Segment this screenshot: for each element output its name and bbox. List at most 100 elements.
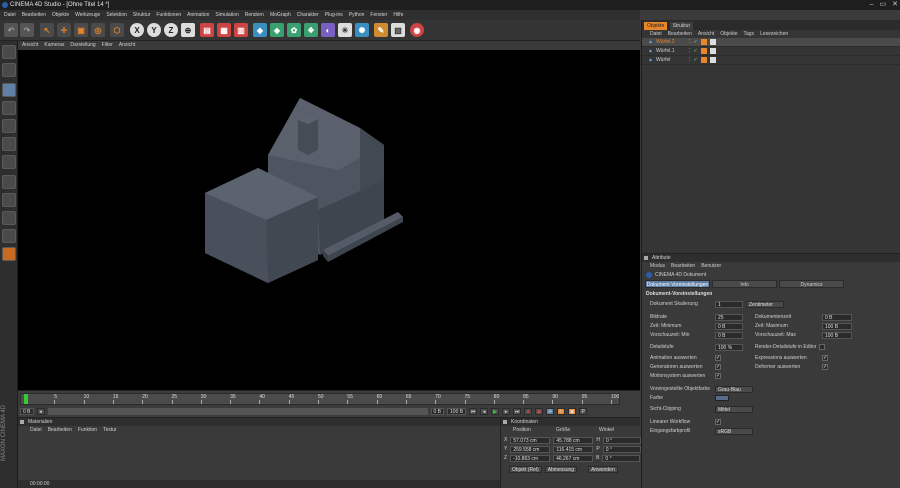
timeline-scroll-left-icon[interactable]: ◂ (36, 408, 45, 415)
close-button[interactable]: ✕ (892, 1, 898, 9)
go-to-end-icon[interactable]: ⏭ (513, 408, 522, 415)
scale-icon[interactable]: ▣ (74, 23, 88, 37)
3d-viewport[interactable] (18, 50, 640, 390)
visibility-dots-icon[interactable]: ⁚ (689, 56, 691, 65)
play-icon[interactable]: ▶ (491, 408, 500, 415)
viewport-menu-filter[interactable]: Filter (102, 41, 113, 50)
deformer-icon[interactable]: ❖ (304, 23, 318, 37)
polygons-mode-icon[interactable] (2, 155, 16, 169)
next-key-icon[interactable]: ▸ (502, 408, 511, 415)
materials-menu-textur[interactable]: Textur (103, 426, 117, 434)
nurbs-icon[interactable]: ◈ (270, 23, 284, 37)
texture-mode-icon[interactable] (2, 63, 16, 77)
key-position-icon[interactable]: ✛ (546, 408, 555, 415)
color-swatch[interactable] (715, 395, 729, 401)
render-region-icon[interactable]: ▧ (391, 23, 405, 37)
light-icon[interactable]: ✎ (374, 23, 388, 37)
render-settings-icon[interactable]: ▥ (234, 23, 248, 37)
obj-menu-tags[interactable]: Tags (744, 30, 755, 38)
tab-dynamics[interactable]: Dynamics (779, 280, 844, 288)
menu-struktur[interactable]: Struktur (133, 10, 151, 20)
record-icon[interactable]: ◉ (410, 23, 424, 37)
make-editable-icon[interactable] (2, 45, 16, 59)
menu-selektion[interactable]: Selektion (106, 10, 127, 20)
expressions-checkbox[interactable]: ✓ (822, 355, 828, 361)
scene-icon[interactable]: ◐ (321, 23, 335, 37)
materials-menu-datei[interactable]: Datei (30, 426, 42, 434)
obj-menu-objekte[interactable]: Objekte (720, 30, 737, 38)
object-name[interactable]: Würfel.2 (656, 38, 686, 47)
camera-icon[interactable]: ✺ (355, 23, 369, 37)
menu-datei[interactable]: Datei (4, 10, 16, 20)
x-axis-icon[interactable]: X (130, 23, 144, 37)
render-view-icon[interactable]: ▤ (200, 23, 214, 37)
current-frame-field[interactable]: 0 B (20, 408, 34, 415)
obj-menu-ansicht[interactable]: Ansicht (698, 30, 714, 38)
prev-key-icon[interactable]: ◂ (480, 408, 489, 415)
max-time-field[interactable]: 100 B (822, 322, 852, 330)
enabled-check-icon[interactable]: ✓ (694, 38, 698, 47)
end-frame-field[interactable]: 100 B (447, 408, 467, 415)
clipping-dropdown[interactable]: Mittel (715, 405, 753, 413)
tab-info[interactable]: Info (712, 280, 777, 288)
minimize-button[interactable]: – (870, 1, 874, 9)
size-z-field[interactable]: 46.267 cm (553, 454, 594, 462)
menu-charakter[interactable]: Charakter (297, 10, 319, 20)
snap-icon[interactable] (2, 175, 16, 189)
menu-funktionen[interactable]: Funktionen (156, 10, 181, 20)
apply-button[interactable]: Anwenden (588, 465, 618, 473)
viewport-menu-darstellung[interactable]: Darstellung (70, 41, 95, 50)
tab-objekte[interactable]: Objekte (644, 22, 668, 30)
fps-field[interactable]: 25 (715, 313, 743, 321)
house-model[interactable] (18, 50, 640, 390)
position-y-field[interactable]: 259.558 cm (510, 445, 551, 453)
undo-icon[interactable]: ↶ (4, 23, 18, 37)
color-profile-dropdown[interactable]: sRGB (715, 427, 753, 435)
y-axis-icon[interactable]: Y (147, 23, 161, 37)
record-key-icon[interactable]: ● (524, 408, 533, 415)
texture-tag-icon[interactable] (709, 39, 716, 45)
object-axis-icon[interactable] (2, 101, 16, 115)
menu-plugins[interactable]: Plug-ins (325, 10, 343, 20)
preview-min-field[interactable]: 0 B (715, 331, 743, 339)
menu-fenster[interactable]: Fenster (370, 10, 387, 20)
attr-menu-benutzer[interactable]: Benutzer (701, 262, 721, 270)
object-name[interactable]: Würfel.1 (656, 47, 686, 56)
live-selection-icon[interactable]: ↖ (40, 23, 54, 37)
object-row[interactable]: ▲ Würfel ⁚ ✓ (642, 56, 900, 65)
workplane-icon[interactable] (2, 193, 16, 207)
array-icon[interactable]: ✿ (287, 23, 301, 37)
menu-animation[interactable]: Animation (187, 10, 209, 20)
materials-menu-funktion[interactable]: Funktion (78, 426, 97, 434)
menu-mograph[interactable]: MoGraph (270, 10, 291, 20)
paint-icon[interactable] (2, 247, 16, 261)
deformer-checkbox[interactable]: ✓ (822, 364, 828, 370)
timeline-ruler[interactable]: 0510152025303540455055606570758085909510… (20, 393, 620, 405)
timeline-playhead[interactable] (24, 394, 28, 404)
angle-h-field[interactable]: 0 ° (602, 436, 641, 444)
phong-tag-icon[interactable] (700, 48, 707, 54)
object-color-dropdown[interactable]: Grau-Blau (715, 385, 753, 393)
autokey-icon[interactable]: ◉ (535, 408, 544, 415)
viewport-menu-ansicht-2[interactable]: Ansicht (119, 41, 135, 50)
tab-struktur[interactable]: Struktur (669, 22, 694, 30)
size-y-field[interactable]: 116.415 cm (553, 445, 594, 453)
texture-tag-icon[interactable] (709, 57, 716, 63)
phong-tag-icon[interactable] (700, 39, 707, 45)
go-to-start-icon[interactable]: ⏮ (469, 408, 478, 415)
viewport-menu-ansicht[interactable]: Ansicht (22, 41, 38, 50)
size-x-field[interactable]: 45.788 cm (553, 436, 594, 444)
animation-checkbox[interactable]: ✓ (715, 355, 721, 361)
enabled-check-icon[interactable]: ✓ (694, 47, 698, 56)
doc-time-field[interactable]: 0 B (822, 313, 852, 321)
key-rotation-icon[interactable]: ↻ (557, 408, 566, 415)
attr-menu-modus[interactable]: Modus (650, 262, 665, 270)
lod-field[interactable]: 100 % (715, 343, 743, 351)
min-time-field[interactable]: 0 B (715, 322, 743, 330)
key-param-icon[interactable]: P (579, 408, 588, 415)
angle-p-field[interactable]: 0 ° (602, 445, 641, 453)
texture-tag-icon[interactable] (709, 48, 716, 54)
position-x-field[interactable]: 57.073 cm (510, 436, 551, 444)
linear-workflow-checkbox[interactable]: ✓ (715, 419, 721, 425)
size-mode-dropdown[interactable]: Abmessung (544, 465, 578, 473)
